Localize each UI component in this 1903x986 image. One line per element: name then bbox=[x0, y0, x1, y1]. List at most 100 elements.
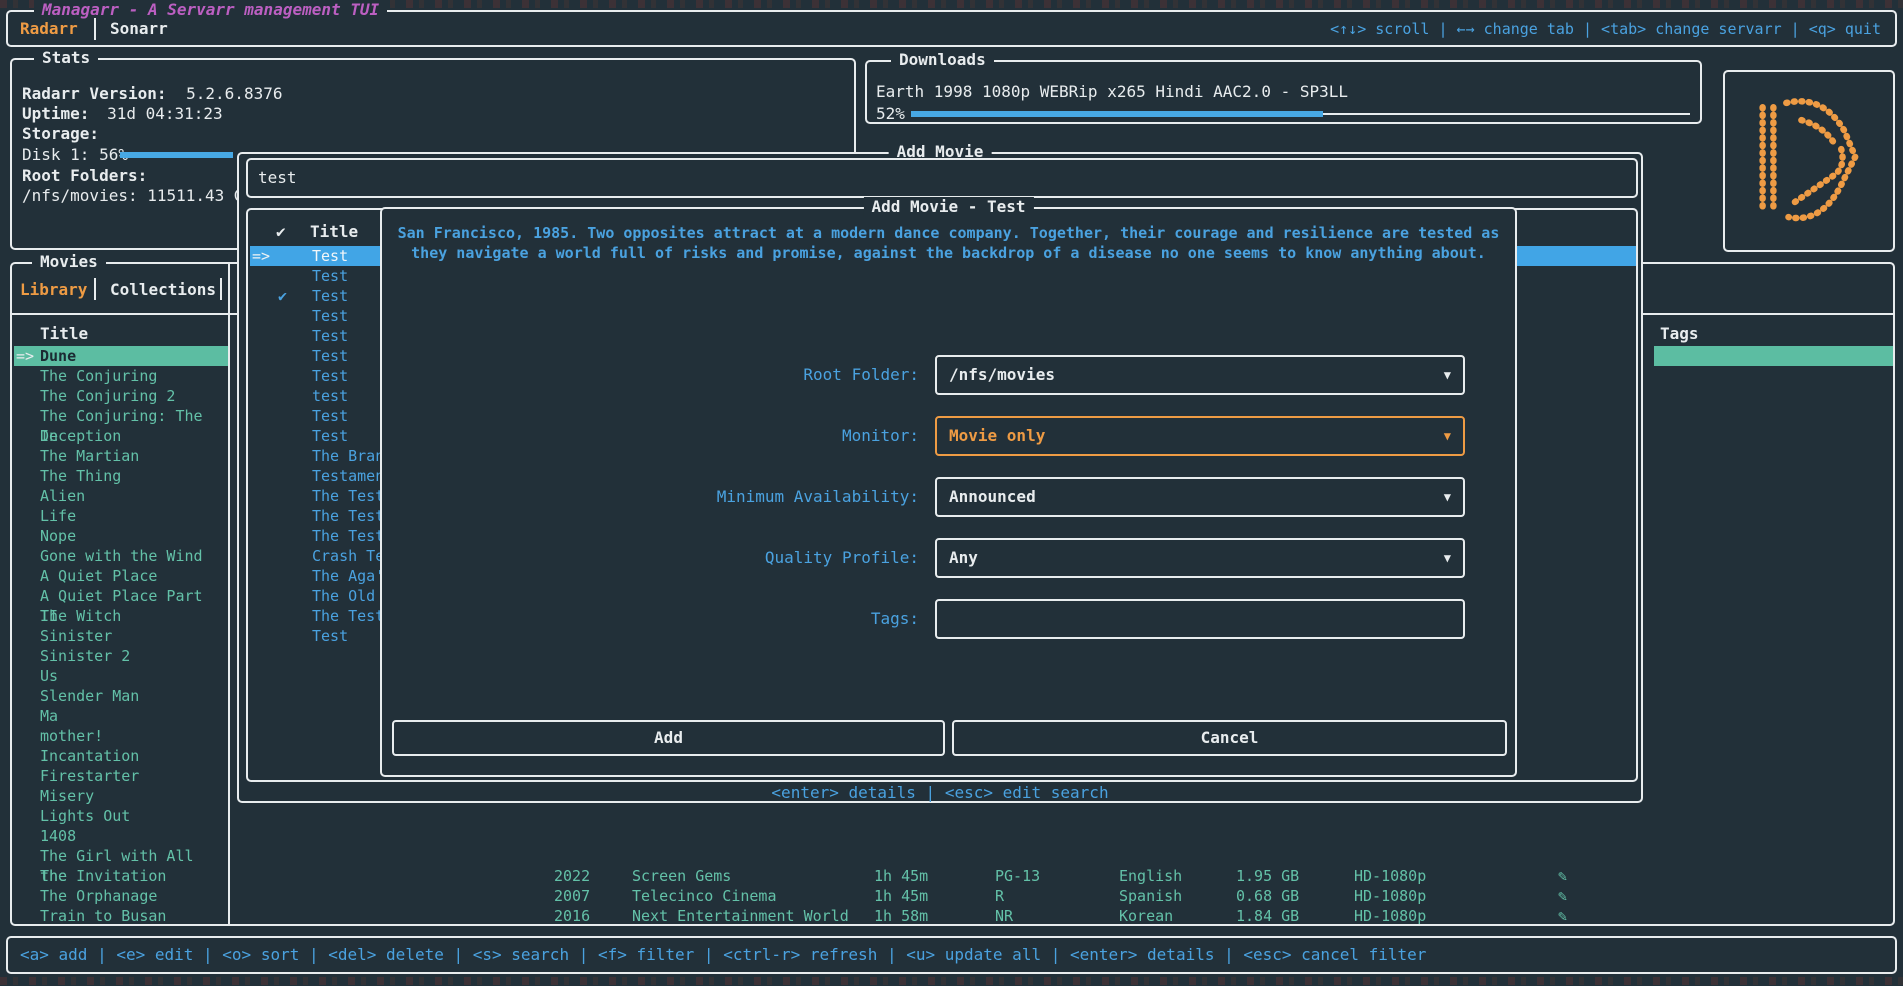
table-row[interactable]: 2016Next Entertainment World1h 58mNRKore… bbox=[12, 906, 1893, 926]
add-movie-modal-title: Add Movie - Test bbox=[863, 197, 1033, 217]
selected-row-tags-highlight[interactable] bbox=[1654, 346, 1893, 366]
bottom-keybinds: <a> add | <e> edit | <o> sort | <del> de… bbox=[20, 945, 1426, 965]
search-result-title: The Aga' bbox=[312, 566, 384, 586]
search-result-title: The Test bbox=[312, 526, 384, 546]
movie-title: Gone with the Wind bbox=[40, 546, 203, 566]
movie-list-item[interactable]: Inception bbox=[14, 426, 228, 446]
search-result-title: Test bbox=[312, 366, 348, 386]
add-button[interactable]: Add bbox=[392, 720, 945, 756]
movie-title: Nope bbox=[40, 526, 76, 546]
form-select[interactable]: /nfs/movies▼ bbox=[935, 355, 1465, 395]
movie-description: San Francisco, 1985. Two opposites attra… bbox=[394, 223, 1503, 263]
movie-language-cell: English bbox=[1119, 866, 1182, 886]
movie-list-item[interactable]: Ma bbox=[14, 706, 228, 726]
movie-list-item[interactable]: => Dune bbox=[14, 346, 228, 366]
cancel-button[interactable]: Cancel bbox=[952, 720, 1507, 756]
download-progress-filled bbox=[911, 111, 1323, 117]
movie-list-item[interactable]: Nope bbox=[14, 526, 228, 546]
movie-title: Ma bbox=[40, 706, 58, 726]
movie-list-item[interactable]: Sinister 2 bbox=[14, 646, 228, 666]
search-result-title: Test bbox=[312, 306, 348, 326]
movie-rating-cell: R bbox=[995, 886, 1004, 906]
movie-runtime-cell: 1h 45m bbox=[874, 866, 928, 886]
movie-list-item[interactable]: The Conjuring bbox=[14, 366, 228, 386]
movie-title: Firestarter bbox=[40, 766, 139, 786]
movie-list-item[interactable]: The Martian bbox=[14, 446, 228, 466]
tab-sonarr[interactable]: Sonarr bbox=[110, 19, 168, 39]
movie-list-item[interactable]: Us bbox=[14, 666, 228, 686]
movies-list-right-border bbox=[228, 264, 230, 924]
form-field-label: Minimum Availability: bbox=[382, 477, 919, 517]
movie-list-item[interactable]: Life bbox=[14, 506, 228, 526]
form-field-value: Movie only bbox=[949, 418, 1045, 454]
movie-list-item[interactable]: The Witch bbox=[14, 606, 228, 626]
movie-list-item[interactable]: A Quiet Place bbox=[14, 566, 228, 586]
form-select[interactable]: Any ▼ bbox=[935, 538, 1465, 578]
form-field: Minimum Availability: Announced▼ bbox=[382, 477, 1519, 517]
movie-language-cell: Korean bbox=[1119, 906, 1173, 926]
movie-list-item[interactable]: The Conjuring: The De bbox=[14, 406, 228, 426]
movie-title: The Conjuring bbox=[40, 366, 157, 386]
form-select[interactable]: Movie only▼ bbox=[935, 416, 1465, 456]
tab-collections[interactable]: Collections bbox=[110, 280, 216, 300]
movie-language-cell: Spanish bbox=[1119, 886, 1182, 906]
movie-list-item[interactable]: Sinister bbox=[14, 626, 228, 646]
tab-radarr[interactable]: Radarr bbox=[20, 19, 78, 39]
movie-list-item[interactable]: mother! bbox=[14, 726, 228, 746]
movie-list-item[interactable]: The Thing bbox=[14, 466, 228, 486]
movie-list-item[interactable]: Gone with the Wind bbox=[14, 546, 228, 566]
table-row[interactable]: 2022Screen Gems1h 45mPG-13English1.95 GB… bbox=[12, 866, 1893, 886]
stats-storage-label: Storage: bbox=[22, 124, 99, 144]
movie-list-item[interactable]: A Quiet Place Part II bbox=[14, 586, 228, 606]
logo-panel bbox=[1723, 70, 1895, 252]
form-field-value: Any bbox=[949, 540, 978, 576]
movie-list-item[interactable]: Alien bbox=[14, 486, 228, 506]
edit-pencil-icon[interactable]: ✎ bbox=[1558, 906, 1567, 926]
downloads-title: Downloads bbox=[891, 50, 994, 70]
edit-pencil-icon[interactable]: ✎ bbox=[1558, 886, 1567, 906]
search-result-title: The Bran bbox=[312, 446, 384, 466]
search-result-title: Test bbox=[312, 426, 348, 446]
app-title: Managarr - A Servarr management TUI bbox=[34, 0, 387, 20]
edit-pencil-icon[interactable]: ✎ bbox=[1558, 866, 1567, 886]
form-field-value: /nfs/movies bbox=[949, 357, 1055, 393]
add-movie-modal: Add Movie - Test San Francisco, 1985. Tw… bbox=[380, 207, 1517, 777]
selected-row-marker: => bbox=[16, 346, 34, 366]
movie-title: The Thing bbox=[40, 466, 121, 486]
form-field-label: Tags: bbox=[382, 599, 919, 639]
results-title-column-header: Title bbox=[310, 222, 358, 242]
movie-list-item[interactable]: The Girl with All the bbox=[14, 846, 228, 866]
movie-size-cell: 0.68 GB bbox=[1236, 886, 1299, 906]
movie-list-item[interactable]: 1408 bbox=[14, 826, 228, 846]
search-result-title: test bbox=[312, 386, 348, 406]
movie-title: The Witch bbox=[40, 606, 121, 626]
movie-list-item[interactable]: Lights Out bbox=[14, 806, 228, 826]
movie-size-cell: 1.84 GB bbox=[1236, 906, 1299, 926]
form-select[interactable]: Announced▼ bbox=[935, 477, 1465, 517]
movie-list-item[interactable]: Slender Man bbox=[14, 686, 228, 706]
tab-library[interactable]: Library bbox=[20, 280, 87, 300]
stats-version-label: Radarr Version: bbox=[22, 84, 167, 103]
form-field-value: Announced bbox=[949, 479, 1036, 515]
movie-quality-cell: HD-1080p bbox=[1354, 866, 1426, 886]
table-row[interactable]: 2007Telecinco Cinema1h 45mRSpanish0.68 G… bbox=[12, 886, 1893, 906]
stats-uptime-value: 31d 04:31:23 bbox=[107, 104, 223, 123]
tab-separator bbox=[94, 18, 96, 40]
form-input[interactable] bbox=[935, 599, 1465, 639]
movie-search-input[interactable]: test bbox=[246, 158, 1638, 198]
movie-title: Dune bbox=[40, 346, 76, 366]
movie-list-item[interactable]: Firestarter bbox=[14, 766, 228, 786]
chevron-down-icon: ▼ bbox=[1444, 540, 1451, 576]
movie-title: The Conjuring 2 bbox=[40, 386, 175, 406]
movie-rating-cell: PG-13 bbox=[995, 866, 1040, 886]
form-field: Monitor:Movie only▼ bbox=[382, 416, 1519, 456]
search-result-title: The Test bbox=[312, 486, 384, 506]
movie-title: Us bbox=[40, 666, 58, 686]
movies-title-column-header: Title bbox=[40, 324, 88, 344]
movie-title: The Martian bbox=[40, 446, 139, 466]
movie-list-item[interactable]: The Conjuring 2 bbox=[14, 386, 228, 406]
movie-list-item[interactable]: Misery bbox=[14, 786, 228, 806]
search-result-title: Test bbox=[312, 406, 348, 426]
search-result-title: Test bbox=[312, 326, 348, 346]
movie-list-item[interactable]: Incantation bbox=[14, 746, 228, 766]
